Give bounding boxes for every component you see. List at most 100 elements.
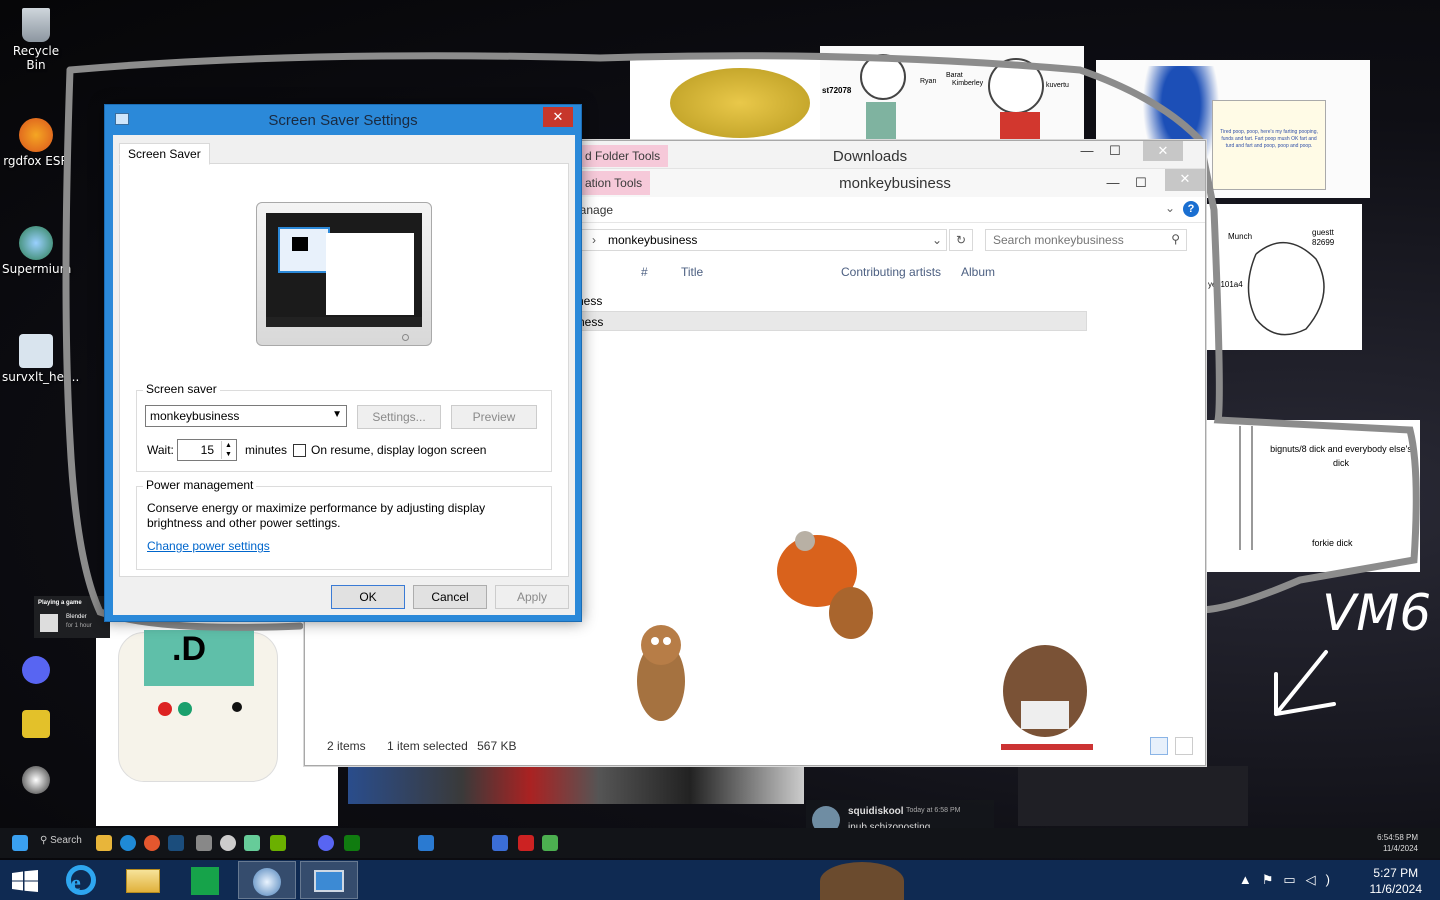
change-power-settings-link[interactable]: Change power settings xyxy=(147,539,270,553)
steam-icon[interactable] xyxy=(168,835,184,851)
handwritten-arrow xyxy=(1274,650,1336,716)
dialog-titlebar[interactable]: Screen Saver Settings ✕ xyxy=(105,105,581,135)
chevron-down-icon[interactable]: ⌄ xyxy=(1165,201,1175,215)
chrome-icon[interactable] xyxy=(220,835,236,851)
vm-search-button[interactable]: ⚲ Search xyxy=(40,835,82,857)
address-bar[interactable]: › monkeybusiness ⌄ xyxy=(577,229,947,251)
internet-explorer-icon[interactable]: e xyxy=(52,861,110,899)
clock[interactable]: 5:27 PM 11/6/2024 xyxy=(1370,865,1423,897)
column-contributing-artists[interactable]: Contributing artists xyxy=(841,265,941,279)
close-button[interactable]: ✕ xyxy=(543,107,573,127)
column-album[interactable]: Album xyxy=(961,265,995,279)
screen-saver-value: monkeybusiness xyxy=(150,409,240,423)
volume-icon[interactable]: ◁) xyxy=(1306,872,1340,887)
ribbon-tab-manage[interactable]: lanage xyxy=(577,203,613,217)
large-icons-view-icon[interactable] xyxy=(1175,737,1193,755)
desktop-icon-label: rgdfox ESR xyxy=(3,154,69,168)
toy-photo: .D xyxy=(96,622,338,826)
ok-button[interactable]: OK xyxy=(331,585,405,609)
monkey-artwork xyxy=(637,531,1093,750)
cancel-button[interactable]: Cancel xyxy=(413,585,487,609)
apply-button[interactable]: Apply xyxy=(495,585,569,609)
details-view-icon[interactable] xyxy=(1149,737,1168,755)
desktop-icon-survxlt[interactable]: survxlt_her... xyxy=(2,334,79,384)
windows-start-icon[interactable] xyxy=(12,870,38,892)
app-icon[interactable] xyxy=(196,835,212,851)
refresh-icon[interactable]: ↻ xyxy=(949,229,973,251)
network-icon[interactable]: ▭ xyxy=(1283,872,1305,887)
document-icon xyxy=(19,334,53,368)
search-box[interactable]: ⚲ xyxy=(985,229,1187,251)
wait-minutes-stepper[interactable]: 15 ▲ ▼ xyxy=(177,439,237,461)
breadcrumb-monkeybusiness[interactable]: monkeybusiness xyxy=(608,233,697,247)
ubisoft-icon xyxy=(22,766,50,794)
desktop-icon-rgdfox[interactable]: rgdfox ESR xyxy=(2,118,70,168)
show-hidden-icons-icon[interactable]: ▲ xyxy=(1239,872,1262,887)
screen-saver-select[interactable]: monkeybusiness ▼ xyxy=(145,405,347,427)
desktop-icon-geometry-dash[interactable] xyxy=(2,710,70,740)
desktop-icon-label: Supermium xyxy=(2,262,72,276)
vm-taskbar: ⚲ Search 6:54:58 PM 11/4/2024 xyxy=(0,828,1440,858)
app-icon[interactable] xyxy=(492,835,508,851)
screen-saver-dialog[interactable]: Screen Saver Settings ✕ Screen Saver Scr… xyxy=(104,104,582,622)
meme-comic: st72078 Ryan Barat Kimberley kuvertu xyxy=(820,46,1084,142)
edge-icon[interactable] xyxy=(120,835,136,851)
app-icon[interactable] xyxy=(518,835,534,851)
column-number[interactable]: # xyxy=(641,265,648,279)
maximize-button[interactable]: ☐ xyxy=(1095,141,1135,161)
toy-red-button xyxy=(158,702,172,716)
settings-button[interactable]: Settings... xyxy=(357,405,441,429)
vm-clock-time: 6:54:58 PM xyxy=(1377,833,1418,842)
desktop-icon-supermium[interactable]: Supermium xyxy=(2,226,72,276)
virtualbox-icon[interactable] xyxy=(238,861,296,899)
clock-time: 5:27 PM xyxy=(1373,866,1419,880)
firefox-icon[interactable] xyxy=(144,835,160,851)
file-explorer-icon[interactable] xyxy=(114,861,172,899)
toy-black-button xyxy=(232,702,242,712)
vm-clock[interactable]: 6:54:58 PM 11/4/2024 xyxy=(1377,832,1418,854)
xbox-icon[interactable] xyxy=(344,835,360,851)
spin-arrows-icon[interactable]: ▲ ▼ xyxy=(221,441,235,459)
close-button[interactable]: ✕ xyxy=(1143,141,1183,161)
view-buttons xyxy=(1146,737,1193,758)
folder-icon[interactable] xyxy=(96,835,112,851)
maximize-button[interactable]: ☐ xyxy=(1121,173,1161,193)
chevron-down-icon[interactable]: ⌄ xyxy=(932,233,942,247)
desktop-icon-ubisoft[interactable] xyxy=(2,766,70,796)
breadcrumb-separator-icon[interactable]: › xyxy=(592,233,596,247)
app-icon[interactable] xyxy=(542,835,558,851)
discord-icon[interactable] xyxy=(318,835,334,851)
search-input[interactable] xyxy=(986,230,1156,250)
resume-logon-checkbox[interactable] xyxy=(293,444,306,457)
comic-body xyxy=(1000,112,1040,142)
selection-count: 1 item selected xyxy=(387,739,468,753)
app-icon[interactable] xyxy=(418,835,434,851)
screen-saver-group: Screen saver monkeybusiness ▼ Settings..… xyxy=(136,382,552,472)
remote-desktop-icon[interactable] xyxy=(300,861,358,899)
nvidia-icon[interactable] xyxy=(270,835,286,851)
help-icon[interactable]: ? xyxy=(1183,201,1199,217)
comic-head-1 xyxy=(860,54,906,100)
close-button[interactable]: ✕ xyxy=(1165,169,1205,191)
desktop-icon-discord[interactable] xyxy=(2,656,70,686)
power-management-group: Power management Conserve energy or maxi… xyxy=(136,478,552,570)
desktop-icon-recycle-bin[interactable]: Recycle Bin xyxy=(2,8,70,72)
preview-button[interactable]: Preview xyxy=(451,405,537,429)
list-item[interactable]: ness xyxy=(577,291,1087,311)
tab-screen-saver[interactable]: Screen Saver xyxy=(119,143,210,165)
sketch-line xyxy=(1239,426,1253,550)
resume-logon-label[interactable]: On resume, display logon screen xyxy=(311,443,486,457)
minutes-label: minutes xyxy=(245,443,288,457)
game-card-icon xyxy=(40,614,58,632)
chevron-down-icon: ▼ xyxy=(332,409,342,420)
store-icon[interactable] xyxy=(176,861,234,899)
system-tray[interactable]: ▲⚑▭◁) xyxy=(1239,872,1340,888)
list-item-selected[interactable]: ness xyxy=(577,311,1087,331)
column-title[interactable]: Title xyxy=(681,265,703,279)
flag-icon[interactable]: ⚑ xyxy=(1262,872,1284,887)
app-icon[interactable] xyxy=(244,835,260,851)
handwritten-vm6: VM6 xyxy=(1322,584,1432,642)
windows-start-icon[interactable] xyxy=(12,835,28,851)
folder-glyph xyxy=(126,869,160,893)
photo-strip-right xyxy=(1018,766,1248,826)
